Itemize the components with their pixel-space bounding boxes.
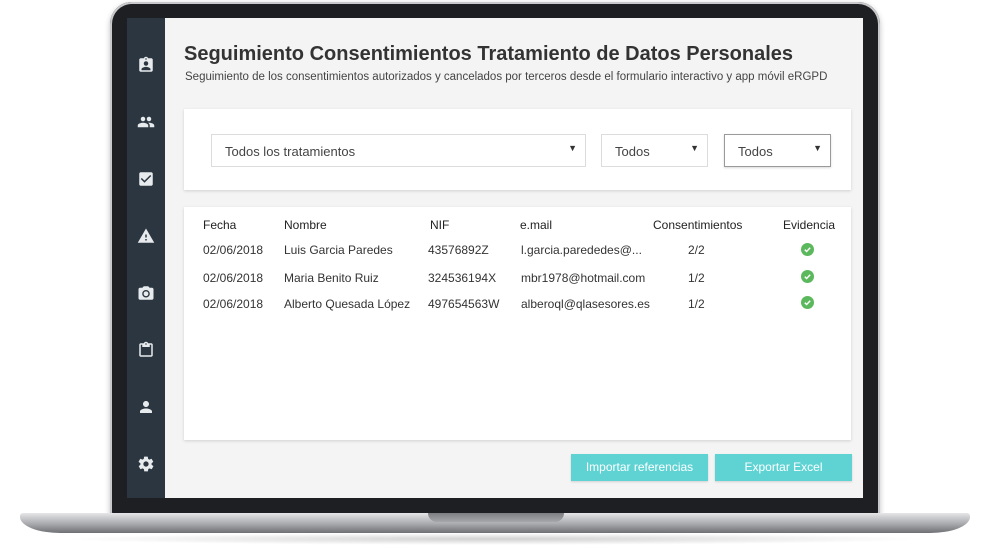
laptop-shadow bbox=[60, 533, 930, 545]
laptop-notch bbox=[428, 513, 564, 522]
export-excel-button[interactable]: Exportar Excel bbox=[715, 454, 852, 481]
cell-nif: 324536194X bbox=[428, 271, 497, 285]
person-icon[interactable] bbox=[136, 397, 156, 417]
cell-fecha: 02/06/2018 bbox=[203, 271, 264, 285]
status-select-value: Todos bbox=[615, 144, 650, 159]
cell-nif: 497654563W bbox=[428, 297, 500, 311]
table-row[interactable]: 02/06/2018 Alberto Quesada López 4976545… bbox=[184, 296, 851, 323]
column-header-fecha[interactable]: Fecha bbox=[203, 218, 236, 232]
clipboard-badge-icon[interactable] bbox=[136, 55, 156, 75]
column-header-nif[interactable]: NIF bbox=[430, 218, 449, 232]
cell-nombre: Maria Benito Ruiz bbox=[284, 271, 379, 285]
treatment-select[interactable]: Todos los tratamientos ▼ bbox=[211, 134, 586, 167]
sidebar bbox=[127, 18, 165, 498]
gear-icon[interactable] bbox=[136, 454, 156, 474]
cell-consentimientos: 1/2 bbox=[688, 297, 705, 311]
consents-table: Fecha Nombre NIF e.mail Consentimientos … bbox=[184, 207, 851, 440]
type-select[interactable]: Todos ▼ bbox=[724, 134, 831, 167]
check-icon[interactable] bbox=[801, 243, 814, 256]
main-content: Seguimiento Consentimientos Tratamiento … bbox=[165, 18, 863, 498]
warning-icon[interactable] bbox=[136, 226, 156, 246]
cell-fecha: 02/06/2018 bbox=[203, 297, 264, 311]
cell-nombre: Luis Garcia Paredes bbox=[284, 243, 393, 257]
cell-email: alberoql@qlasesores.es bbox=[521, 297, 650, 311]
page-title: Seguimiento Consentimientos Tratamiento … bbox=[184, 43, 794, 65]
chevron-down-icon: ▼ bbox=[813, 143, 822, 153]
cell-consentimientos: 1/2 bbox=[688, 271, 705, 285]
column-header-consentimientos[interactable]: Consentimientos bbox=[653, 218, 742, 232]
cell-nif: 43576892Z bbox=[428, 243, 489, 257]
check-icon[interactable] bbox=[801, 296, 814, 309]
cell-fecha: 02/06/2018 bbox=[203, 243, 264, 257]
cell-email: l.garcia.parededes@... bbox=[521, 243, 642, 257]
treatment-select-value: Todos los tratamientos bbox=[225, 144, 356, 159]
app-screen: Seguimiento Consentimientos Tratamiento … bbox=[127, 18, 863, 498]
column-header-evidencia[interactable]: Evidencia bbox=[783, 218, 835, 232]
chevron-down-icon: ▼ bbox=[568, 143, 577, 153]
page-subtitle: Seguimiento de los consentimientos autor… bbox=[185, 71, 828, 83]
camera-icon[interactable] bbox=[136, 283, 156, 303]
cell-email: mbr1978@hotmail.com bbox=[521, 271, 646, 285]
import-references-button[interactable]: Importar referencias bbox=[571, 454, 708, 481]
filter-panel: Todos los tratamientos ▼ Todos ▼ Todos ▼ bbox=[184, 109, 851, 190]
chevron-down-icon: ▼ bbox=[690, 143, 699, 153]
check-icon[interactable] bbox=[801, 270, 814, 283]
table-row[interactable]: 02/06/2018 Luis Garcia Paredes 43576892Z… bbox=[184, 243, 851, 269]
cell-consentimientos: 2/2 bbox=[688, 243, 705, 257]
status-select[interactable]: Todos ▼ bbox=[601, 134, 708, 167]
people-icon[interactable] bbox=[136, 112, 156, 132]
cell-nombre: Alberto Quesada López bbox=[284, 297, 411, 311]
clipboard-icon[interactable] bbox=[136, 340, 156, 360]
column-header-nombre[interactable]: Nombre bbox=[284, 218, 327, 232]
table-row[interactable]: 02/06/2018 Maria Benito Ruiz 324536194X … bbox=[184, 270, 851, 297]
type-select-value: Todos bbox=[738, 144, 773, 159]
column-header-email[interactable]: e.mail bbox=[520, 218, 552, 232]
checkbox-icon[interactable] bbox=[136, 169, 156, 189]
